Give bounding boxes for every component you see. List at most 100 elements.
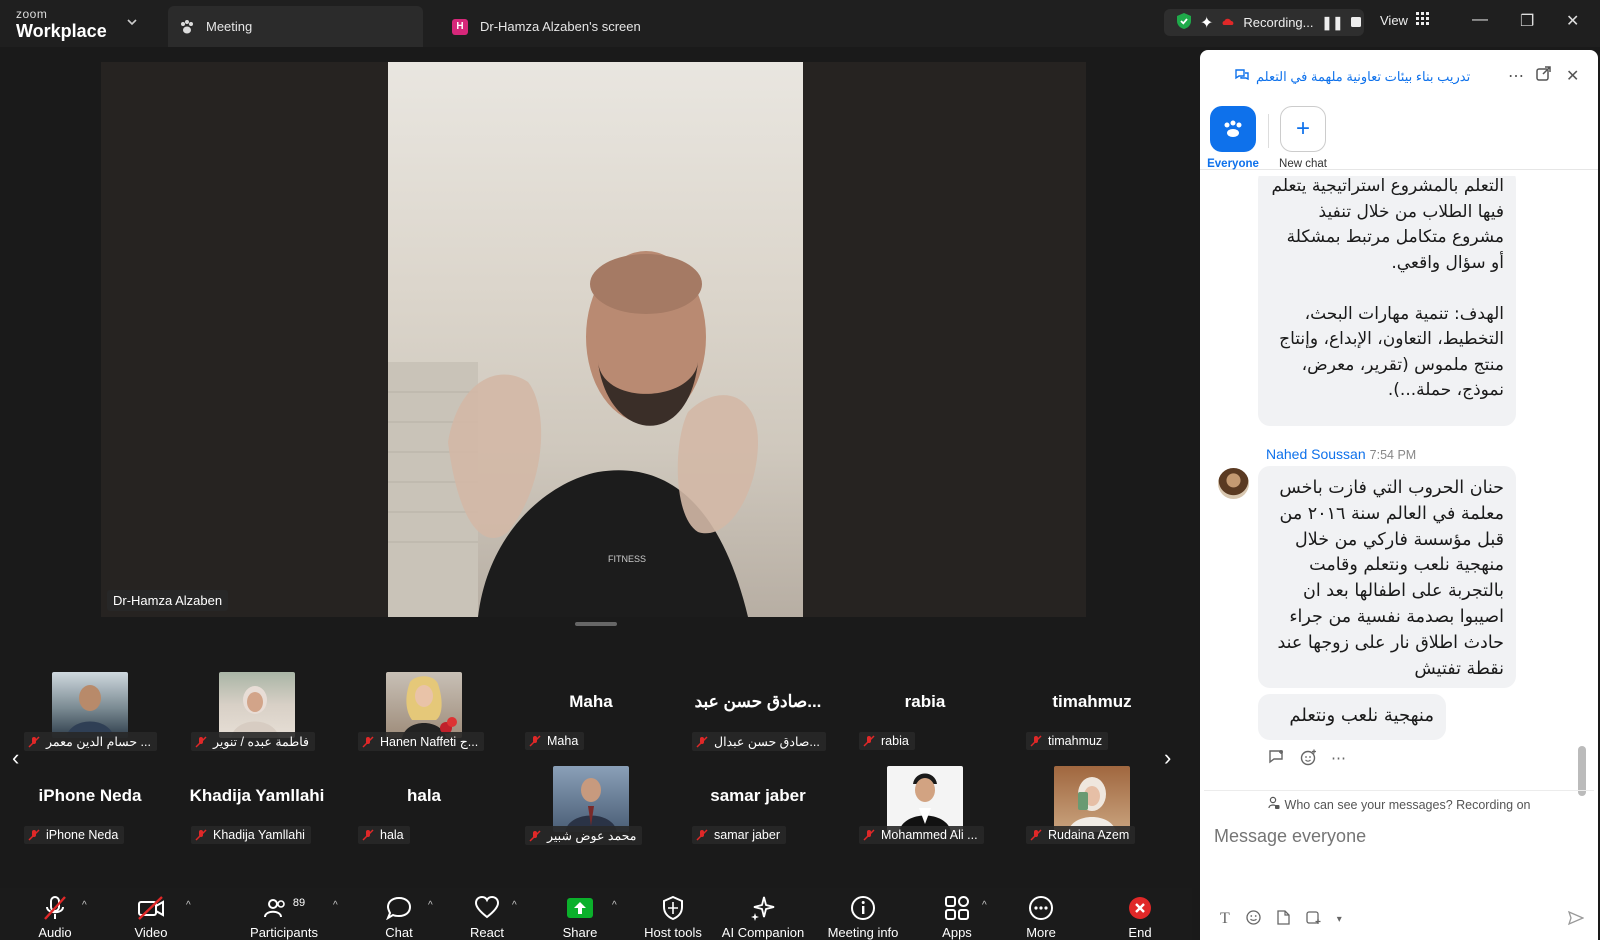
file-icon[interactable] xyxy=(1277,910,1290,928)
ai-companion-button[interactable]: AI Companion xyxy=(708,888,818,940)
everyone-chat-button[interactable] xyxy=(1210,106,1256,152)
participant-tile[interactable]: Mohammed Ali ... xyxy=(845,754,1005,844)
participant-video xyxy=(219,672,295,738)
gallery-prev-icon[interactable]: ‹ xyxy=(12,745,19,771)
screenshot-icon[interactable] xyxy=(1306,910,1321,928)
participant-name-large: Maha xyxy=(569,692,613,711)
tab-shared-screen-label: Dr-Hamza Alzaben's screen xyxy=(480,19,641,34)
ai-sparkle-icon: ✦ xyxy=(1200,14,1214,32)
shield-check-icon xyxy=(1176,12,1192,33)
avatar[interactable] xyxy=(1218,468,1249,499)
participants-caret-icon[interactable]: ^ xyxy=(333,900,338,911)
new-chat-button[interactable]: + xyxy=(1280,106,1326,152)
minimize-icon[interactable]: — xyxy=(1472,11,1488,29)
message-input[interactable] xyxy=(1214,818,1584,854)
svg-text:FITNESS: FITNESS xyxy=(608,554,646,564)
reply-icon[interactable] xyxy=(1268,749,1286,770)
participant-tile[interactable]: Khadija Yamllahi Khadija Yamllahi xyxy=(177,754,337,844)
participants-button[interactable]: 89 Participants xyxy=(228,888,340,940)
tab-meeting-label: Meeting xyxy=(206,19,253,34)
close-window-icon[interactable]: ✕ xyxy=(1566,11,1579,31)
participant-label: samar jaber xyxy=(692,826,786,844)
gallery-next-icon[interactable]: › xyxy=(1164,745,1171,771)
video-caret-icon[interactable]: ^ xyxy=(186,900,191,911)
everyone-tab-label: Everyone xyxy=(1207,158,1259,170)
text-format-icon[interactable]: T xyxy=(1220,910,1230,928)
video-button[interactable]: Video xyxy=(96,888,206,940)
participant-name-large: iPhone Neda xyxy=(38,786,142,805)
resize-handle[interactable] xyxy=(575,622,617,626)
stop-icon[interactable] xyxy=(1351,15,1362,30)
muted-mic-icon xyxy=(529,829,541,842)
participant-tile[interactable]: محمد عوض شبير xyxy=(511,754,671,845)
more-icon[interactable]: ⋯ xyxy=(1331,749,1346,770)
participant-tile[interactable]: فاطمة عبده / تنوير xyxy=(177,660,337,751)
chevron-down-icon[interactable] xyxy=(126,16,138,31)
restore-icon[interactable]: ❐ xyxy=(1520,11,1534,31)
recording-label: Recording... xyxy=(1243,15,1314,30)
participant-tile[interactable]: samar jaber samar jaber xyxy=(678,754,838,844)
participant-name-large: صادق حسن عبد... xyxy=(694,692,822,711)
speaker-name-tag: Dr-Hamza Alzaben xyxy=(107,590,229,611)
participant-name-large: rabia xyxy=(904,692,946,711)
brand-small: zoom xyxy=(16,7,48,21)
chat-message[interactable]: منهجية نلعب ونتعلم xyxy=(1258,694,1446,740)
scroll-thumb[interactable] xyxy=(1578,746,1586,796)
zoom-logo[interactable]: zoom Workplace xyxy=(16,8,107,40)
add-reaction-icon[interactable] xyxy=(1300,749,1317,770)
tab-meeting[interactable]: Meeting xyxy=(168,6,423,47)
zoom-window: zoom Workplace Meeting H Dr-Hamza Alzabe… xyxy=(0,0,1600,940)
participant-label: Mohammed Ali ... xyxy=(859,826,984,844)
participant-tile[interactable]: rabia rabia xyxy=(845,660,1005,750)
participant-label: timahmuz xyxy=(1026,732,1109,750)
recording-pill[interactable]: ✦ Recording... ❚❚ xyxy=(1164,9,1364,36)
tab-divider xyxy=(1268,114,1269,148)
participant-tile[interactable]: Hanen Naffeti ج... xyxy=(344,660,504,751)
muted-mic-icon xyxy=(362,829,374,841)
emoji-icon[interactable] xyxy=(1246,910,1261,928)
participant-tile[interactable]: hala hala xyxy=(344,754,504,844)
muted-mic-icon xyxy=(28,829,40,841)
share-caret-icon[interactable]: ^ xyxy=(612,900,617,911)
privacy-notice[interactable]: Who can see your messages? Recording on xyxy=(1204,790,1594,814)
active-speaker-view[interactable]: FITNESS Dr-Hamza Alzaben xyxy=(101,62,1086,617)
audio-button[interactable]: Audio xyxy=(0,888,110,940)
participant-label: Khadija Yamllahi xyxy=(191,826,311,844)
send-icon[interactable] xyxy=(1567,910,1585,929)
participant-tile[interactable]: Maha Maha xyxy=(511,660,671,750)
brand-big: Workplace xyxy=(16,21,107,41)
title-bar: zoom Workplace Meeting H Dr-Hamza Alzabe… xyxy=(0,0,1600,47)
chat-panel: تدريب بناء بيئات تعاونية ملهمة في التعلم… xyxy=(1200,50,1598,940)
participant-label: Rudaina Azem xyxy=(1026,826,1136,844)
participant-tile[interactable]: Rudaina Azem xyxy=(1012,754,1172,844)
ai-sparkle-icon xyxy=(708,894,818,922)
participant-label: فاطمة عبده / تنوير xyxy=(191,732,315,751)
participant-tile[interactable]: صادق حسن عبد... صادق حسن عبدال... xyxy=(678,660,838,751)
end-button[interactable]: End xyxy=(1085,888,1195,940)
chevron-down-icon[interactable]: ▾ xyxy=(1337,914,1342,925)
record-cloud-icon xyxy=(1221,15,1235,30)
chat-message[interactable]: حنان الحروب التي فازت باخس معلمة في العا… xyxy=(1258,466,1516,688)
participant-tile[interactable]: iPhone Neda iPhone Neda xyxy=(10,754,170,844)
muted-mic-icon xyxy=(28,735,40,748)
audio-caret-icon[interactable]: ^ xyxy=(82,900,87,911)
participant-label: Hanen Naffeti ج... xyxy=(358,732,485,751)
tab-shared-screen[interactable]: H Dr-Hamza Alzaben's screen xyxy=(448,6,641,47)
more-button[interactable]: More xyxy=(986,888,1096,940)
muted-mic-icon xyxy=(863,829,875,841)
chat-messages[interactable]: التعلم بالمشروع استراتيجية يتعلم فيها ال… xyxy=(1200,176,1598,790)
chat-scrollbar[interactable] xyxy=(1578,176,1586,796)
view-button[interactable]: View xyxy=(1380,12,1429,28)
pause-icon[interactable]: ❚❚ xyxy=(1322,15,1344,31)
participant-label: حسام الدين معمر ... xyxy=(24,732,157,751)
react-caret-icon[interactable]: ^ xyxy=(512,900,517,911)
participant-name-large: hala xyxy=(406,786,442,805)
plus-icon: + xyxy=(1295,115,1310,142)
participant-label: صادق حسن عبدال... xyxy=(692,732,826,751)
chat-message[interactable]: التعلم بالمشروع استراتيجية يتعلم فيها ال… xyxy=(1258,176,1516,426)
composer-tools: T ▾ xyxy=(1220,910,1342,928)
participant-tile[interactable]: حسام الدين معمر ... xyxy=(10,660,170,751)
chat-recipient-tabs: Everyone + New chat xyxy=(1200,50,1598,170)
participant-label: Maha xyxy=(525,732,585,750)
participant-tile[interactable]: timahmuz timahmuz xyxy=(1012,660,1172,750)
